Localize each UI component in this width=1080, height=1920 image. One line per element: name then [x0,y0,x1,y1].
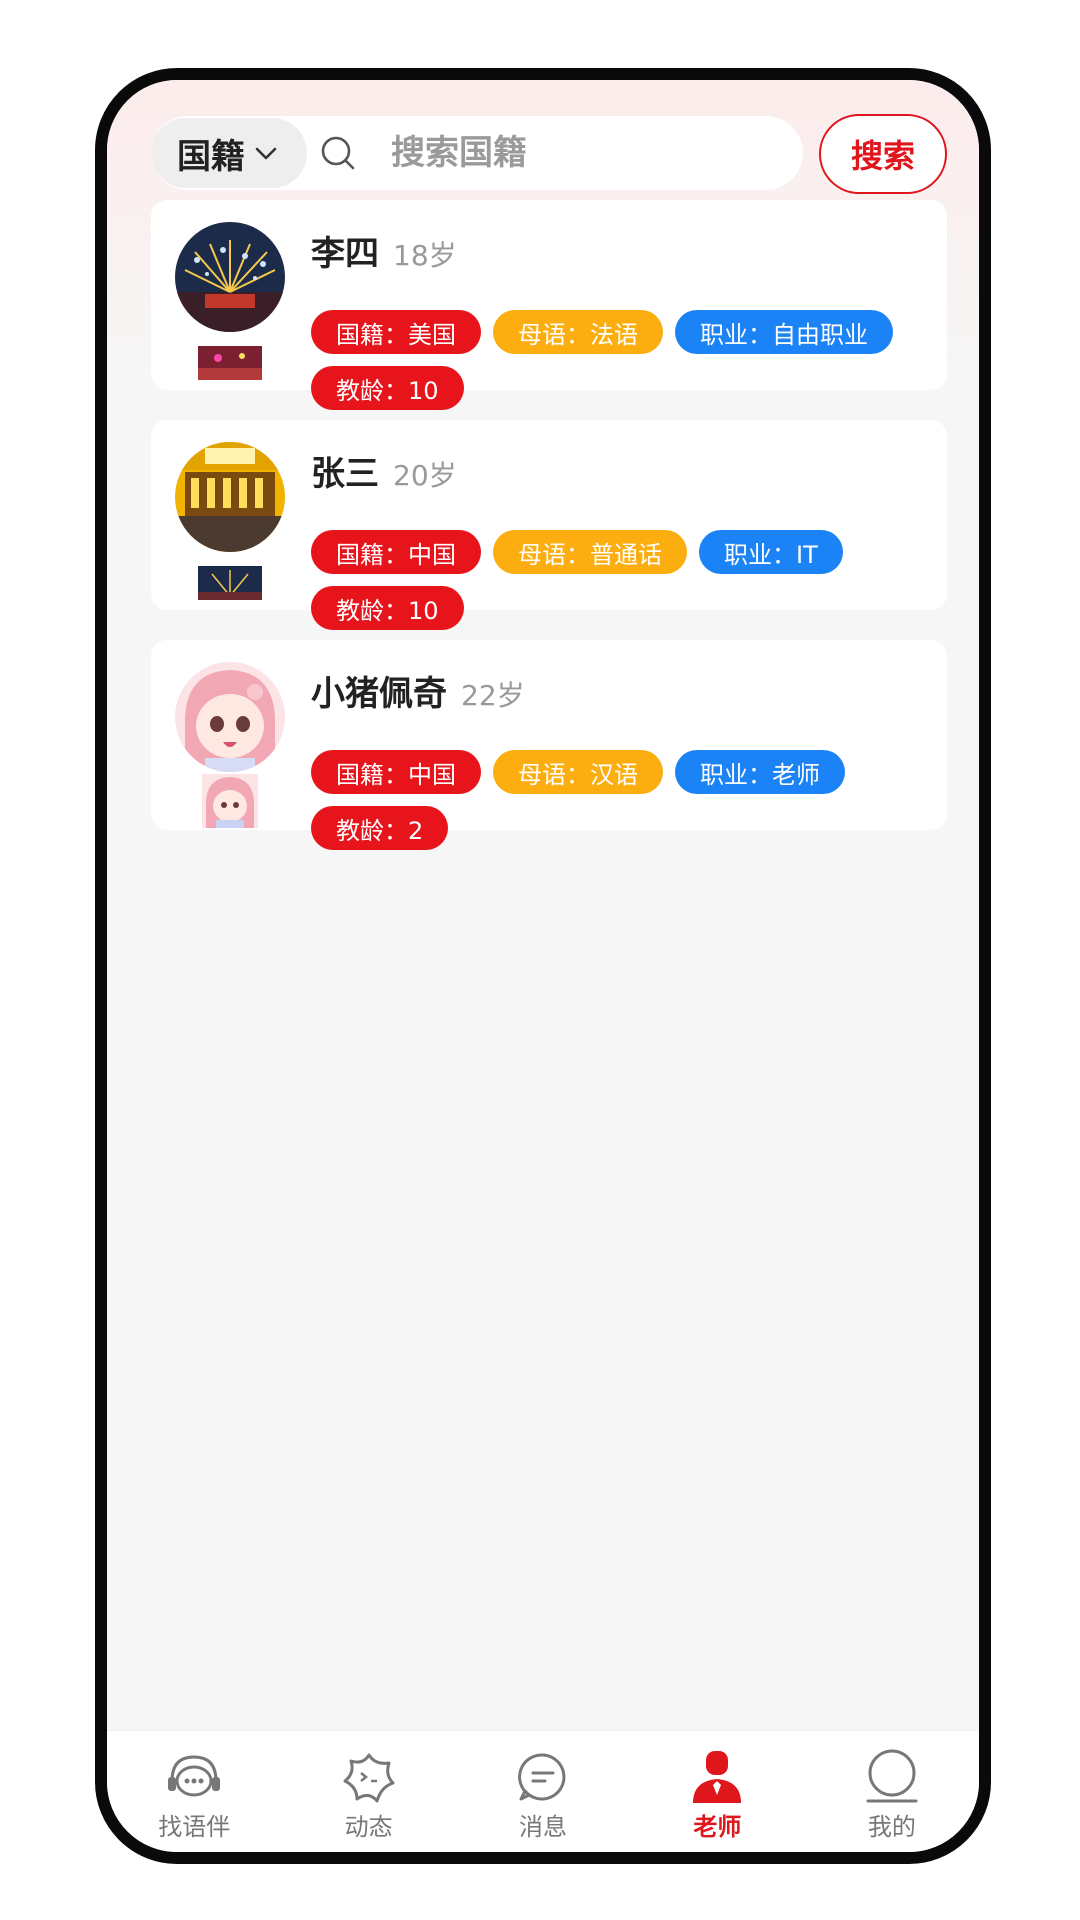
tag-teaching-years: 教龄：10 [311,586,464,630]
teacher-age: 22岁 [461,679,525,712]
tag-list: 国籍：美国 母语：法语 职业：自由职业 教龄：10 [311,310,931,410]
search-bar: 国籍 [151,116,803,190]
avatar [175,662,285,772]
teacher-card[interactable]: 张三 20岁 国籍：中国 母语：普通话 职业：IT 教龄：10 [151,420,947,630]
nav-label: 老师 [693,1813,742,1841]
tag-occupation: 职业：IT [699,530,843,574]
message-bubble-icon [518,1753,566,1801]
teacher-name: 张三 20岁 [311,446,457,495]
search-icon [321,136,355,170]
teacher-card[interactable]: 小猪佩奇 22岁 国籍：中国 母语：汉语 职业：老师 教龄：2 [151,640,947,850]
teacher-name-text: 小猪佩奇 [311,674,447,714]
tag-list: 国籍：中国 母语：汉语 职业：老师 教龄：2 [311,750,931,850]
avatar [175,442,285,552]
photo-thumbnail [202,774,258,828]
tag-native-language: 母语：汉语 [493,750,663,794]
search-input[interactable] [391,128,771,178]
headset-chat-icon [168,1755,221,1797]
nav-label: 动态 [344,1813,393,1841]
tag-occupation: 职业：自由职业 [675,310,893,354]
teacher-name: 李四 18岁 [311,226,457,275]
nav-item-find-partner[interactable]: 找语伴 [107,1731,281,1852]
nav-item-messages[interactable]: 消息 [456,1731,630,1852]
tag-list: 国籍：中国 母语：普通话 职业：IT 教龄：10 [311,530,931,630]
nationality-dropdown-label: 国籍 [177,136,245,177]
teacher-age: 18岁 [393,239,457,272]
nav-label: 找语伴 [158,1813,231,1841]
tag-occupation: 职业：老师 [675,750,845,794]
teacher-card[interactable]: 李四 18岁 国籍：美国 母语：法语 职业：自由职业 教龄：10 [151,200,947,410]
teacher-name: 小猪佩奇 22岁 [311,666,525,715]
tag-nationality: 国籍：美国 [311,310,481,354]
teacher-name-text: 李四 [311,234,379,274]
tag-teaching-years: 教龄：2 [311,806,449,850]
nav-item-moments[interactable]: 动态 [281,1731,455,1852]
star-face-icon [343,1753,395,1803]
search-button[interactable]: 搜索 [819,114,947,194]
phone-frame: 国籍 搜索国籍 搜索 李四 18岁 国籍：美国 母语：法语 职业：自由职业 教龄… [95,68,991,1864]
user-profile-icon [866,1749,918,1803]
bottom-nav: 找语伴 动态 消息 老师 我的 [107,1730,979,1852]
photo-thumbnail [198,566,262,600]
nav-item-teacher[interactable]: 老师 [630,1731,804,1852]
chevron-down-icon [255,147,277,160]
tag-nationality: 国籍：中国 [311,530,481,574]
tag-native-language: 母语：法语 [493,310,663,354]
teacher-icon [693,1751,742,1803]
nationality-dropdown[interactable]: 国籍 [151,118,307,188]
teacher-age: 20岁 [393,459,457,492]
tag-teaching-years: 教龄：10 [311,366,464,410]
photo-thumbnail [198,346,262,380]
nav-label: 消息 [519,1813,568,1841]
tag-native-language: 母语：普通话 [493,530,687,574]
tag-nationality: 国籍：中国 [311,750,481,794]
nav-item-profile[interactable]: 我的 [805,1731,979,1852]
avatar [175,222,285,332]
teacher-name-text: 张三 [311,454,379,494]
nav-label: 我的 [867,1813,916,1841]
